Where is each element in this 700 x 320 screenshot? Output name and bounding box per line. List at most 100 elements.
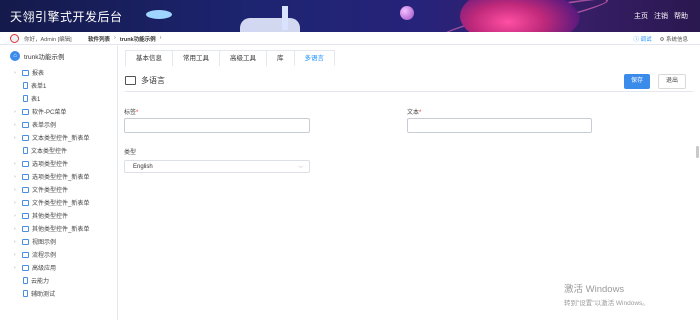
breadcrumb: 软件列表 › trunk功能示例 › (88, 35, 161, 43)
breadcrumb-software-list[interactable]: 软件列表 (88, 35, 110, 43)
blimp-decoration (146, 10, 172, 19)
tab-3[interactable]: 库 (266, 50, 295, 66)
tab-1[interactable]: 常用工具 (172, 50, 220, 66)
caret-right-icon[interactable]: › (14, 252, 19, 258)
tree-item[interactable]: 表单1 (14, 79, 118, 92)
document-icon (23, 147, 28, 154)
folder-icon (22, 186, 29, 193)
tab-0[interactable]: 基本信息 (125, 50, 173, 66)
tree-item-label: 选项类型控件_新表单 (32, 175, 90, 181)
document-icon (23, 82, 28, 89)
type-select[interactable]: English ⌵ (124, 160, 310, 173)
help-link[interactable]: 帮助 (674, 11, 688, 21)
home-link[interactable]: 主页 (634, 11, 648, 21)
tree-item[interactable]: › 视图示例 (14, 235, 118, 248)
tree-item-label: 文件类型控件_新表单 (32, 201, 90, 207)
tab-bar: 基本信息 常用工具 高级工具库多语言 (125, 50, 335, 66)
logout-link[interactable]: 注销 (654, 11, 668, 21)
caret-right-icon[interactable]: › (14, 109, 19, 115)
caret-right-icon[interactable]: › (14, 226, 19, 232)
tree-item[interactable]: › 流程示例 (14, 248, 118, 261)
tree-item-label: 表单1 (31, 84, 47, 90)
tree-item[interactable]: › 其他类型控件_新表单 (14, 222, 118, 235)
chevron-right-icon: › (159, 35, 162, 41)
home-icon: ⌂ (10, 51, 20, 61)
tree-item-label: 表1 (31, 97, 41, 103)
folder-icon (22, 69, 29, 76)
document-icon (23, 290, 28, 297)
type-select-value: English (133, 164, 153, 170)
text-field-label: 文本* (407, 110, 422, 116)
label-field-label: 标签* (124, 110, 139, 116)
folder-icon (22, 212, 29, 219)
tree-item-label: 云能力 (31, 279, 50, 285)
caret-right-icon[interactable]: › (14, 161, 19, 167)
tree-item[interactable]: › 表单示例 (14, 118, 118, 131)
caret-right-icon[interactable]: › (14, 174, 19, 180)
folder-icon (22, 160, 29, 167)
caret-right-icon[interactable]: › (14, 213, 19, 219)
sidebar-tree: ⌂ trunk功能示例 › 报表 表单1 表1 › 软件-PC菜单 › 表单示例 › 文本类型控件… (0, 46, 118, 320)
tree-root[interactable]: ⌂ trunk功能示例 (10, 51, 64, 61)
crumbbar-actions: ⓘ 调试 ⚙ 系统信息 (633, 35, 688, 43)
caret-right-icon[interactable]: › (14, 187, 19, 193)
caret-right-icon[interactable]: › (14, 122, 19, 128)
tree-item[interactable]: › 高级应用 (14, 261, 118, 274)
tree-item[interactable]: › 报表 (14, 66, 118, 79)
tree-item[interactable]: › 其他类型控件 (14, 209, 118, 222)
tree-item[interactable]: › 选项类型控件_新表单 (14, 170, 118, 183)
tree-item-label: 视图示例 (32, 240, 57, 246)
tree-item-label: 软件-PC菜单 (32, 110, 67, 116)
folder-icon (22, 121, 29, 128)
text-input[interactable] (407, 118, 592, 133)
main-panel: 基本信息 常用工具 高级工具库多语言 多语言 保存 退出 标签* 文本* 类型 En… (119, 46, 700, 320)
breadcrumb-bar: 你好，Admin [编辑] 软件列表 › trunk功能示例 › ⓘ 调试 ⚙ … (0, 32, 700, 45)
tree-item[interactable]: › 选项类型控件 (14, 157, 118, 170)
caret-right-icon[interactable]: › (14, 70, 19, 76)
user-greeting[interactable]: 你好，Admin [编辑] (24, 35, 72, 43)
tree-item-label: 其他类型控件 (32, 214, 69, 220)
moon-decoration (400, 6, 414, 20)
activation-watermark: 激活 Windows 转到"设置"以激活 Windows。 (564, 281, 649, 307)
tab-4[interactable]: 多语言 (293, 50, 335, 66)
tree-item[interactable]: › 文本类型控件_新表单 (14, 131, 118, 144)
tree-root-label: trunk功能示例 (24, 54, 65, 61)
caret-right-icon[interactable]: › (14, 135, 19, 141)
caret-right-icon[interactable]: › (14, 265, 19, 271)
tree-item[interactable]: 表1 (14, 92, 118, 105)
document-icon (23, 277, 28, 284)
debug-link[interactable]: ⓘ 调试 (633, 35, 651, 43)
tree-item[interactable]: 文本类型控件 (14, 144, 118, 157)
exit-button[interactable]: 退出 (658, 74, 686, 89)
tree-item[interactable]: 辅助测试 (14, 287, 118, 300)
tree-item[interactable]: › 文件类型控件_新表单 (14, 196, 118, 209)
caret-right-icon[interactable]: › (14, 239, 19, 245)
folder-icon (22, 108, 29, 115)
tree-item[interactable]: › 文件类型控件 (14, 183, 118, 196)
header-links: 主页 注销 帮助 (634, 11, 688, 21)
tree-item-label: 文本类型控件_新表单 (32, 136, 90, 142)
avatar[interactable] (10, 34, 19, 43)
tree-item-label: 文本类型控件 (31, 149, 68, 155)
folder-icon (22, 264, 29, 271)
tree-item-label: 高级应用 (32, 266, 57, 272)
folder-icon (22, 238, 29, 245)
label-input[interactable] (124, 118, 310, 133)
tab-2[interactable]: 高级工具 (219, 50, 267, 66)
tree-item-label: 其他类型控件_新表单 (32, 227, 90, 233)
folder-icon (22, 225, 29, 232)
document-icon (23, 95, 28, 102)
scrollbar-thumb[interactable] (696, 146, 699, 158)
system-info-link[interactable]: ⚙ 系统信息 (660, 35, 688, 43)
tree-item[interactable]: 云能力 (14, 274, 118, 287)
tree-item-label: 选项类型控件 (32, 162, 69, 168)
type-field-label: 类型 (124, 150, 137, 156)
section-title: 多语言 (141, 76, 165, 85)
save-button[interactable]: 保存 (624, 74, 650, 89)
breadcrumb-current-app[interactable]: trunk功能示例 (120, 35, 156, 43)
folder-icon (22, 251, 29, 258)
folder-icon (125, 76, 136, 85)
tree-list: › 报表 表单1 表1 › 软件-PC菜单 › 表单示例 › 文本类型控件_新表单 文本类型控件 › 选… (14, 66, 118, 300)
tree-item[interactable]: › 软件-PC菜单 (14, 105, 118, 118)
caret-right-icon[interactable]: › (14, 200, 19, 206)
